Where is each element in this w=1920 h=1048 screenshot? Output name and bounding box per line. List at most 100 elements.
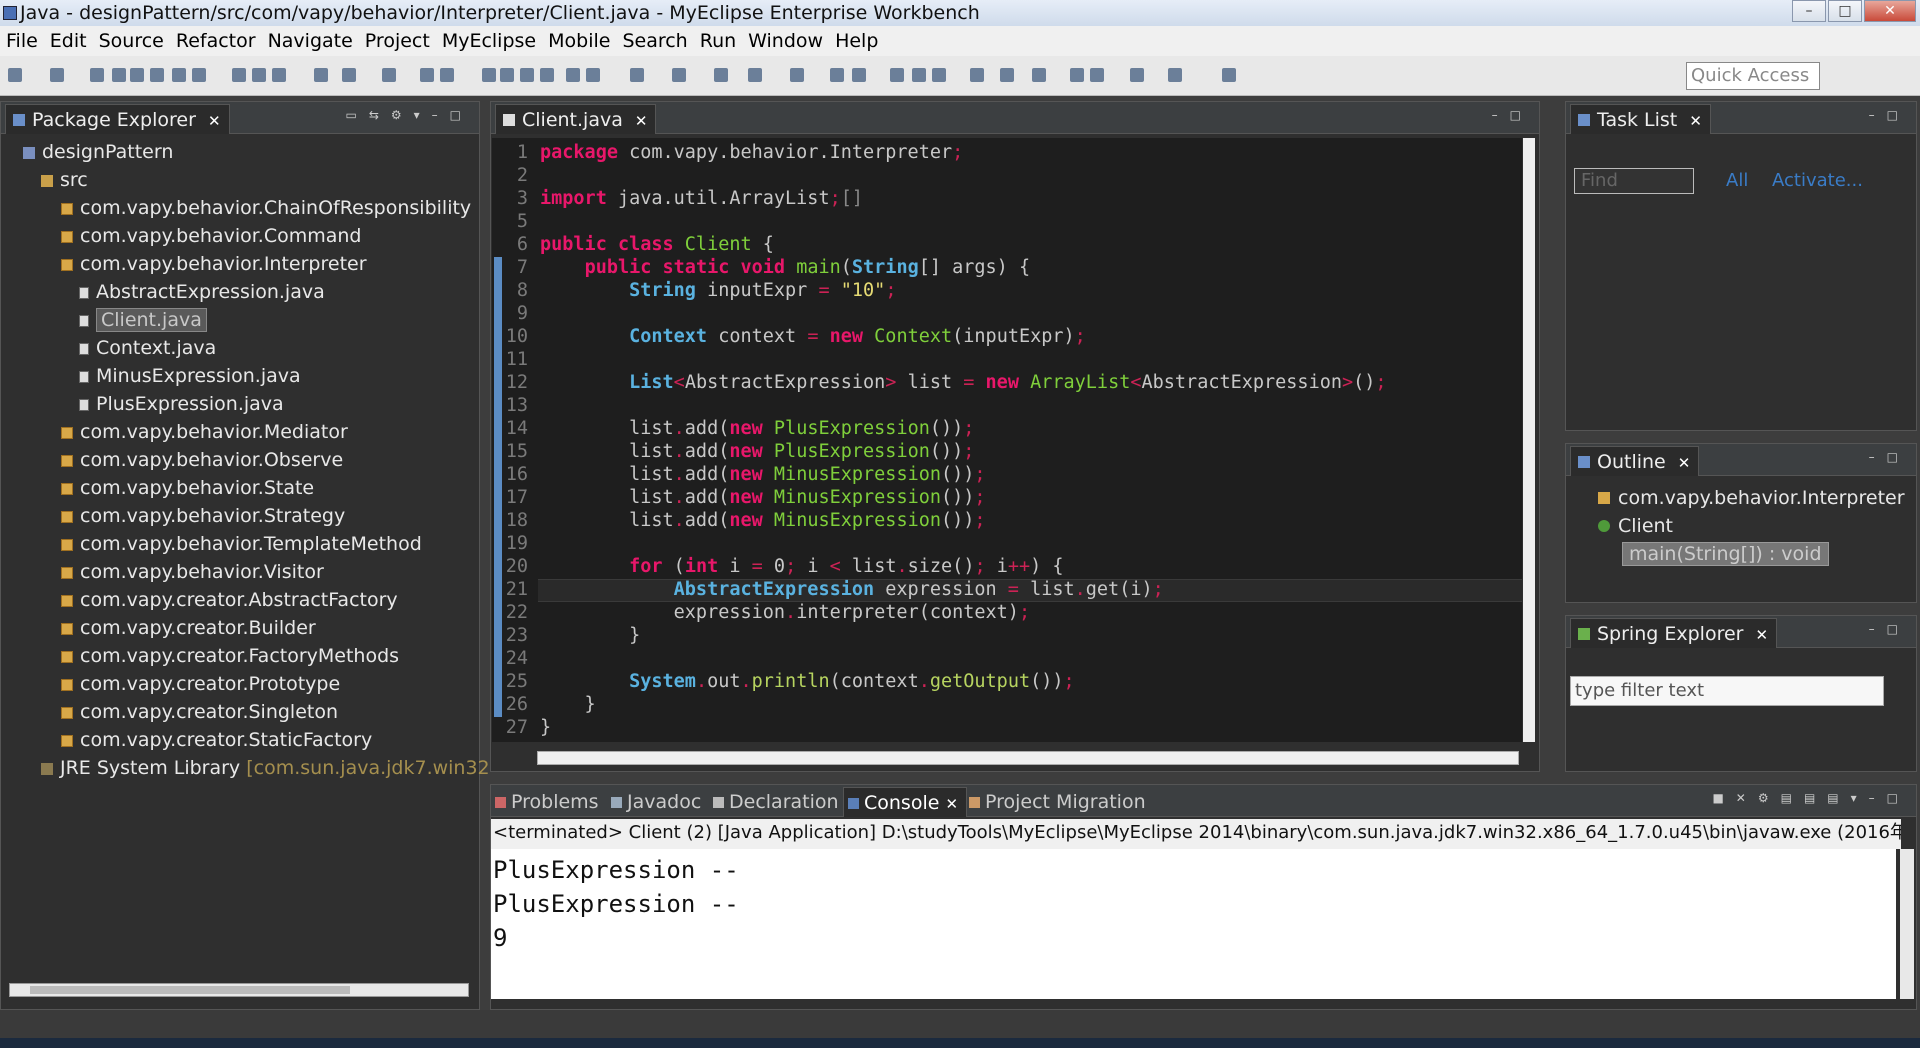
toolbar-button-icon[interactable]	[852, 68, 866, 82]
toolbar-button-icon[interactable]	[272, 68, 286, 82]
all-link[interactable]: All	[1726, 170, 1748, 191]
toolbar-button-icon[interactable]	[112, 68, 126, 82]
toolbar-button-icon[interactable]	[172, 68, 186, 82]
tree-item[interactable]: designPattern	[1, 138, 479, 166]
toolbar-button-icon[interactable]	[1130, 68, 1144, 82]
filter-input[interactable]: type filter text	[1570, 676, 1884, 706]
toolbar-button-icon[interactable]	[1222, 68, 1236, 82]
tree-item[interactable]: com.vapy.behavior.Strategy	[1, 502, 479, 530]
toolbar-button-icon[interactable]	[192, 68, 206, 82]
menu-help[interactable]: Help	[835, 30, 878, 52]
console-toolbar[interactable]: ■✕⚙▤▤▤▾–□	[1712, 791, 1910, 805]
toolbar-button-icon[interactable]	[1032, 68, 1046, 82]
toolbar-button-icon[interactable]	[566, 68, 580, 82]
tree-item[interactable]: com.vapy.creator.StaticFactory	[1, 726, 479, 754]
menu-refactor[interactable]: Refactor	[176, 30, 256, 52]
horizontal-scrollbar[interactable]	[9, 983, 469, 997]
outline-item-package[interactable]: com.vapy.behavior.Interpreter	[1566, 484, 1916, 512]
toolbar-button-icon[interactable]	[1070, 68, 1084, 82]
menu-run[interactable]: Run	[700, 30, 736, 52]
toolbar-button-icon[interactable]	[382, 68, 396, 82]
outline-item-class[interactable]: Client	[1566, 512, 1916, 540]
tree-item[interactable]: com.vapy.behavior.ChainOfResponsibility	[1, 194, 479, 222]
toolbar-button-icon[interactable]	[500, 68, 514, 82]
tree-item[interactable]: com.vapy.creator.FactoryMethods	[1, 642, 479, 670]
toolbar-button-icon[interactable]	[970, 68, 984, 82]
tree-item[interactable]: com.vapy.behavior.Interpreter	[1, 250, 479, 278]
horizontal-scrollbar[interactable]	[537, 751, 1519, 765]
toolbar-button-icon[interactable]	[932, 68, 946, 82]
close-tab-icon[interactable]: ✕	[1678, 454, 1691, 472]
toolbar-button-icon[interactable]	[830, 68, 844, 82]
menu-file[interactable]: File	[6, 30, 38, 52]
toolbar-button-icon[interactable]	[520, 68, 534, 82]
tab-task-list[interactable]: Task List ✕	[1570, 104, 1711, 134]
view-controls[interactable]: –□	[1869, 450, 1910, 464]
toolbar-button-icon[interactable]	[90, 68, 104, 82]
find-input[interactable]: Find	[1574, 168, 1694, 194]
view-controls[interactable]: –□	[1869, 622, 1910, 636]
tree-item[interactable]: com.vapy.behavior.TemplateMethod	[1, 530, 479, 558]
menu-project[interactable]: Project	[365, 30, 430, 52]
tree-item[interactable]: com.vapy.behavior.Mediator	[1, 418, 479, 446]
menu-edit[interactable]: Edit	[50, 30, 87, 52]
menu-mobile[interactable]: Mobile	[548, 30, 610, 52]
view-controls[interactable]: ▭⇆⚙▾–□	[345, 108, 473, 122]
toolbar-button-icon[interactable]	[130, 68, 144, 82]
view-controls[interactable]: –□	[1492, 108, 1533, 122]
close-tab-icon[interactable]: ✕	[1756, 626, 1769, 644]
toolbar-button-icon[interactable]	[630, 68, 644, 82]
tree-item[interactable]: com.vapy.behavior.Observe	[1, 446, 479, 474]
tree-item[interactable]: com.vapy.creator.AbstractFactory	[1, 586, 479, 614]
toolbar-button-icon[interactable]	[1168, 68, 1182, 82]
tab-package-explorer[interactable]: Package Explorer ✕	[5, 104, 230, 134]
toolbar-button-icon[interactable]	[8, 68, 22, 82]
close-button[interactable]: ✕	[1864, 0, 1916, 22]
menu-navigate[interactable]: Navigate	[268, 30, 353, 52]
tree-item[interactable]: com.vapy.behavior.Visitor	[1, 558, 479, 586]
vertical-scrollbar[interactable]	[1900, 849, 1914, 999]
close-tab-icon[interactable]: ✕	[945, 795, 958, 813]
minimize-button[interactable]: –	[1792, 0, 1826, 22]
tree-item[interactable]: MinusExpression.java	[1, 362, 479, 390]
tree-item[interactable]: PlusExpression.java	[1, 390, 479, 418]
close-tab-icon[interactable]: ✕	[208, 112, 221, 130]
tab-declaration[interactable]: Declaration	[709, 787, 839, 817]
activate-link[interactable]: Activate...	[1772, 170, 1863, 191]
toolbar-button-icon[interactable]	[790, 68, 804, 82]
menu-myeclipse[interactable]: MyEclipse	[442, 30, 536, 52]
tree-item[interactable]: com.vapy.behavior.Command	[1, 222, 479, 250]
toolbar-button-icon[interactable]	[252, 68, 266, 82]
view-controls[interactable]: –□	[1869, 108, 1910, 122]
tree-item[interactable]: com.vapy.creator.Prototype	[1, 670, 479, 698]
toolbar-button-icon[interactable]	[50, 68, 64, 82]
toolbar-button-icon[interactable]	[1000, 68, 1014, 82]
tab-project-migration[interactable]: Project Migration	[965, 787, 1146, 817]
code-editor[interactable]: 1 package com.vapy.behavior.Interpreter; 2…	[492, 138, 1522, 742]
toolbar-button-icon[interactable]	[482, 68, 496, 82]
toolbar-button-icon[interactable]	[586, 68, 600, 82]
quick-access-field[interactable]: Quick Access	[1686, 62, 1820, 90]
tree-item[interactable]: com.vapy.creator.Builder	[1, 614, 479, 642]
tree-item[interactable]: com.vapy.behavior.State	[1, 474, 479, 502]
tree-item[interactable]: Context.java	[1, 334, 479, 362]
tree-item[interactable]: Client.java	[1, 306, 479, 334]
menu-search[interactable]: Search	[622, 30, 687, 52]
tree-item-jre[interactable]: JRE System Library [com.sun.java.jdk7.wi…	[1, 754, 490, 782]
close-tab-icon[interactable]: ✕	[1689, 112, 1702, 130]
maximize-button[interactable]: □	[1828, 0, 1862, 22]
toolbar-button-icon[interactable]	[714, 68, 728, 82]
tab-client-java[interactable]: Client.java ✕	[495, 104, 657, 134]
toolbar-button-icon[interactable]	[1090, 68, 1104, 82]
tab-javadoc[interactable]: Javadoc	[607, 787, 701, 817]
toolbar-button-icon[interactable]	[150, 68, 164, 82]
tab-console[interactable]: Console ✕	[843, 787, 968, 817]
toolbar-button-icon[interactable]	[748, 68, 762, 82]
tree-item[interactable]: com.vapy.creator.Singleton	[1, 698, 479, 726]
toolbar-button-icon[interactable]	[912, 68, 926, 82]
tree-item[interactable]: AbstractExpression.java	[1, 278, 479, 306]
toolbar-button-icon[interactable]	[540, 68, 554, 82]
toolbar-button-icon[interactable]	[890, 68, 904, 82]
menu-window[interactable]: Window	[748, 30, 823, 52]
vertical-scrollbar[interactable]	[1523, 138, 1535, 742]
